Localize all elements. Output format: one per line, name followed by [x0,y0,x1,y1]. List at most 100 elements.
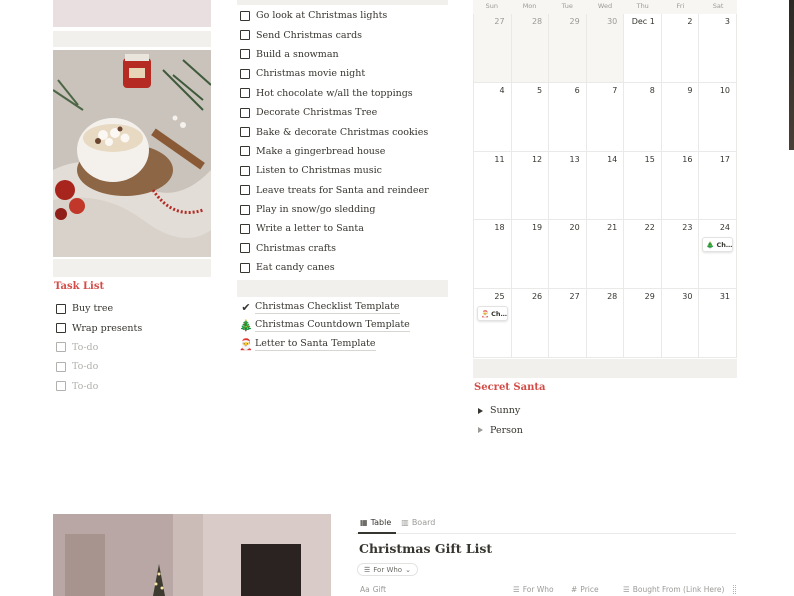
weekday-label: Sat [712,2,724,10]
task-list-heading: Task List [54,281,105,292]
task-label[interactable]: To-do [72,342,98,353]
template-link[interactable]: 🎅 Letter to Santa Template [239,335,410,354]
calendar-day-cell[interactable]: 30 [586,14,625,83]
task-checkbox[interactable] [56,361,66,372]
calendar-day-cell[interactable]: 27 [549,289,587,358]
tab-table[interactable]: ▦ Table [360,518,391,527]
calendar-day-cell[interactable]: 5 [511,82,550,152]
template-link-label[interactable]: Christmas Countdown Template [255,319,410,333]
calendar-event-card[interactable]: 🎄 Ch… [702,237,733,253]
task-checkbox[interactable] [56,342,66,353]
day-number: 30 [682,292,693,302]
checklist-label[interactable]: Listen to Christmas music [256,165,382,176]
calendar-day-cell[interactable]: 11 [474,151,512,221]
checklist-checkbox[interactable] [240,204,250,215]
calendar-day-cell[interactable]: Dec 1 [624,14,662,83]
checklist-label[interactable]: Build a snowman [256,49,339,60]
checklist-label[interactable]: Send Christmas cards [256,30,362,41]
toggle-block[interactable]: Person [478,421,523,441]
checklist-checkbox[interactable] [240,49,250,60]
column-header[interactable]: # Price [571,585,599,594]
calendar-day-cell[interactable]: 25 🎅 Ch… [474,289,512,358]
column-header[interactable]: Aa Gift [360,585,386,594]
checklist-checkbox[interactable] [240,127,250,138]
calendar-day-cell[interactable]: 28 [511,14,550,83]
checklist-label[interactable]: Decorate Christmas Tree [256,107,377,118]
calendar-day-cell[interactable]: 4 [474,82,512,152]
task-label[interactable]: To-do [72,381,98,392]
calendar-day-cell[interactable]: 13 [549,151,587,221]
calendar-day-cell[interactable]: 8 [624,82,662,152]
tab-board[interactable]: ▥ Board [401,518,435,527]
calendar-day-cell[interactable]: 26 [511,289,550,358]
checklist-checkbox[interactable] [240,68,250,79]
column-drag-handle[interactable] [733,585,736,594]
checklist-label[interactable]: Write a letter to Santa [256,223,364,234]
calendar-day-cell[interactable]: 31 [699,289,737,358]
toggle-block[interactable]: Sunny [478,401,523,421]
calendar-day-cell[interactable]: 3 [699,14,737,83]
task-label[interactable]: To-do [72,361,98,372]
for-who-filter-chip[interactable]: ☰ For Who ⌄ [357,563,418,576]
calendar-event-card[interactable]: 🎅 Ch… [477,306,508,322]
calendar-day-cell[interactable]: 28 [586,289,625,358]
template-link[interactable]: ✔ Christmas Checklist Template [240,298,410,317]
checklist-checkbox[interactable] [240,88,250,99]
calendar-day-cell[interactable]: 18 [474,220,512,290]
checklist-label[interactable]: Play in snow/go sledding [256,204,375,215]
calendar-day-cell[interactable]: 9 [661,82,700,152]
calendar-day-cell[interactable]: 30 [661,289,700,358]
checklist-checkbox[interactable] [240,10,250,21]
checklist-checkbox[interactable] [240,262,250,273]
checklist-item: Write a letter to Santa [240,219,429,238]
checklist-label[interactable]: Hot chocolate w/all the toppings [256,88,413,99]
task-label[interactable]: Wrap presents [72,323,142,334]
calendar-day-cell[interactable]: 2 [661,14,700,83]
template-link-label[interactable]: Letter to Santa Template [255,338,376,351]
calendar-day-cell[interactable]: 15 [624,151,662,221]
weekday-label: Sun [485,2,499,10]
gray-callout-block [237,280,448,297]
checklist-label[interactable]: Go look at Christmas lights [256,10,387,21]
calendar-day-cell[interactable]: 29 [549,14,587,83]
template-link[interactable]: 🎄 Christmas Countdown Template [239,317,410,336]
checklist-checkbox[interactable] [240,107,250,118]
checklist-checkbox[interactable] [240,243,250,254]
calendar-day-cell[interactable]: 10 [699,82,737,152]
calendar-day-cell[interactable]: 7 [586,82,625,152]
toggle-triangle-icon[interactable] [478,427,483,434]
task-label[interactable]: Buy tree [72,303,113,314]
checklist-checkbox[interactable] [240,165,250,176]
task-checkbox[interactable] [56,303,66,314]
checklist-checkbox[interactable] [240,223,250,234]
calendar-day-cell[interactable]: 24 🎄 Ch… [699,220,737,290]
task-checkbox[interactable] [56,323,66,334]
checklist-label[interactable]: Eat candy canes [256,262,335,273]
calendar-day-cell[interactable]: 23 [661,220,700,290]
calendar-day-cell[interactable]: 21 [586,220,625,290]
checklist-checkbox[interactable] [240,30,250,41]
checklist-label[interactable]: Make a gingerbread house [256,146,385,157]
calendar-day-cell[interactable]: 12 [511,151,550,221]
checklist-checkbox[interactable] [240,146,250,157]
calendar-day-cell[interactable]: 22 [624,220,662,290]
calendar-day-cell[interactable]: 29 [624,289,662,358]
toggle-triangle-icon[interactable] [478,407,483,414]
calendar-day-cell[interactable]: 17 [699,151,737,221]
checklist-checkbox[interactable] [240,185,250,196]
template-link-label[interactable]: Christmas Checklist Template [255,301,400,314]
checklist-label[interactable]: Christmas movie night [256,68,365,79]
text-property-icon: Aa [360,585,370,594]
column-header[interactable]: ☰ For Who [513,585,554,594]
task-checkbox[interactable] [56,381,66,392]
checklist-label[interactable]: Bake & decorate Christmas cookies [256,127,428,138]
column-header[interactable]: ☰ Bought From (Link Here) [623,585,724,594]
calendar-day-cell[interactable]: 27 [474,14,512,83]
calendar-day-cell[interactable]: 16 [661,151,700,221]
calendar-day-cell[interactable]: 19 [511,220,550,290]
checklist-label[interactable]: Christmas crafts [256,243,336,254]
calendar-day-cell[interactable]: 6 [549,82,587,152]
checklist-label[interactable]: Leave treats for Santa and reindeer [256,185,429,196]
calendar-day-cell[interactable]: 14 [586,151,625,221]
calendar-day-cell[interactable]: 20 [549,220,587,290]
